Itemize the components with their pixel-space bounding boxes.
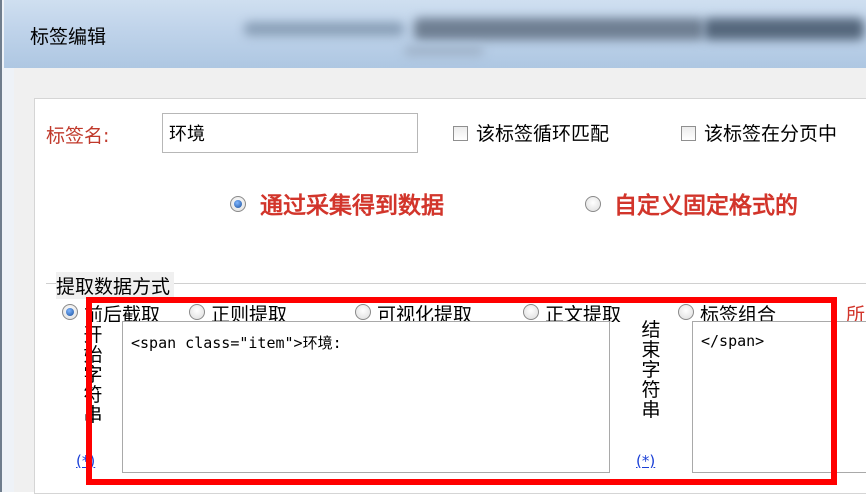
window-title: 标签编辑 (30, 26, 107, 48)
extract-group-title: 提取数据方式 (56, 272, 175, 299)
end-string-textarea[interactable]: </span> (692, 321, 866, 473)
tag-name-input[interactable] (162, 113, 418, 153)
blurred-title-region (414, 18, 704, 40)
title-bar[interactable]: 标签编辑 (4, 0, 866, 68)
start-string-star-link[interactable]: (*) (76, 452, 95, 470)
mode-radio-body[interactable] (523, 304, 539, 320)
in-page-label: 该标签在分页中 (704, 123, 838, 145)
custom-format-label: 自定义固定格式的 (614, 193, 798, 219)
collect-data-label: 通过采集得到数据 (260, 193, 444, 219)
blurred-title-region (704, 18, 864, 40)
loop-match-label: 该标签循环匹配 (476, 123, 610, 145)
blurred-title-region (404, 46, 484, 56)
start-string-label: 开始字符串 (83, 324, 103, 426)
tag-name-label: 标签名: (46, 125, 110, 147)
custom-format-radio[interactable] (585, 196, 601, 212)
mode-radio-tag-combo[interactable] (678, 304, 694, 320)
end-string-star-link[interactable]: (*) (636, 452, 655, 470)
dialog-window: 标签编辑 标签名: 该标签循环匹配 该标签在分页中 通过采集得到数据 自定义固定… (0, 0, 866, 494)
loop-match-checkbox[interactable] (453, 126, 468, 141)
start-string-textarea[interactable]: <span class="item">环境: (122, 321, 610, 473)
collect-data-radio[interactable] (230, 196, 246, 212)
in-page-checkbox[interactable] (681, 126, 696, 141)
end-string-label: 结束字符串 (641, 319, 661, 421)
mode-radio-front-back[interactable] (62, 304, 78, 320)
mode-radio-regex[interactable] (189, 304, 205, 320)
blurred-title-region (244, 22, 404, 36)
mode-radio-visual[interactable] (355, 304, 371, 320)
